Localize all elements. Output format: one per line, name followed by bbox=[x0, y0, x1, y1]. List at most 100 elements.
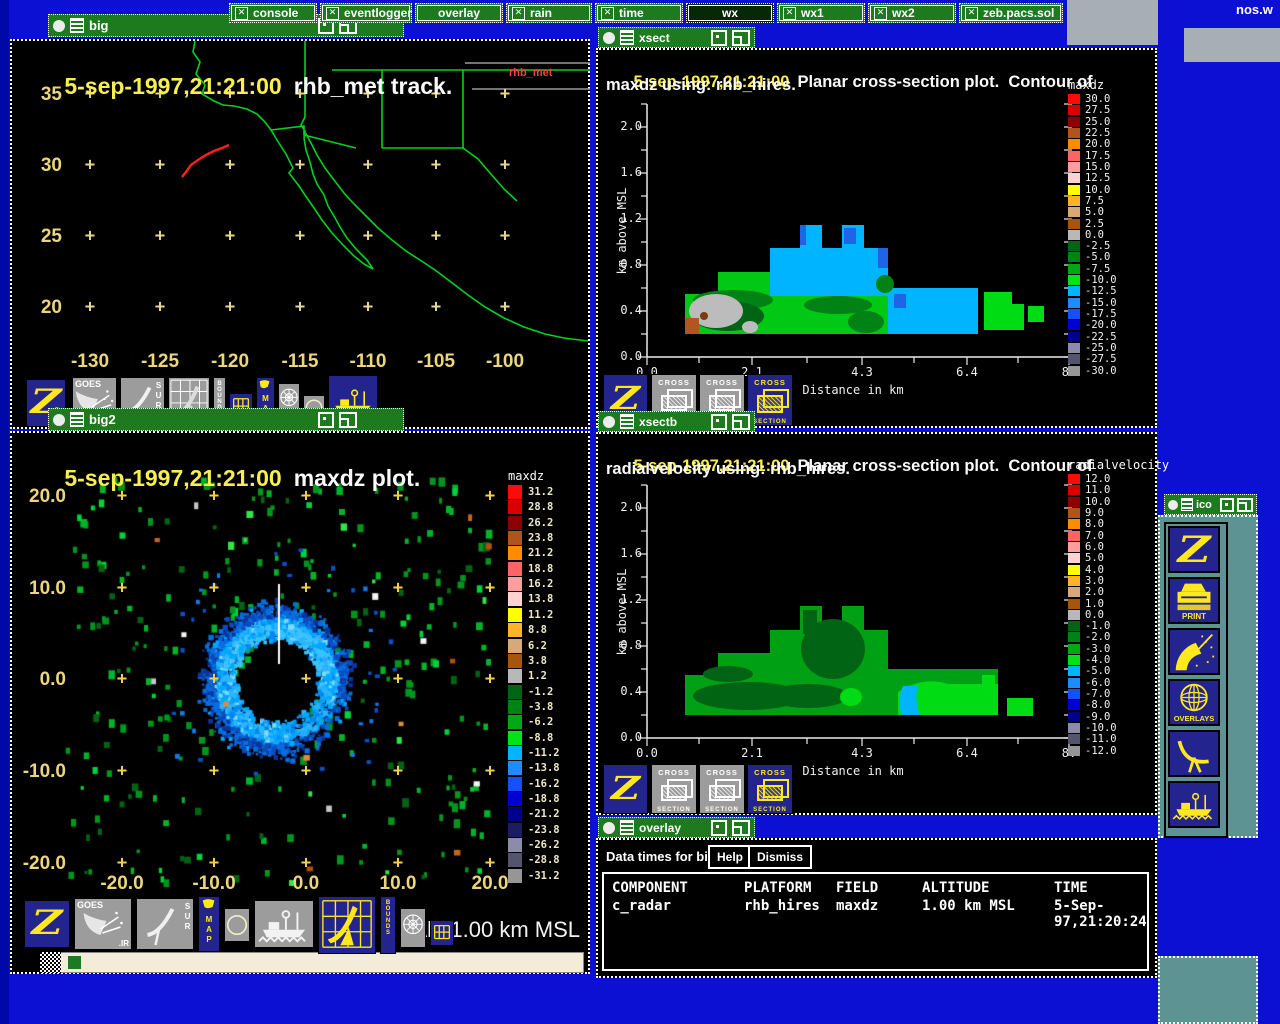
taskbar-button-eventlogger[interactable]: ✕ eventlogger bbox=[320, 3, 412, 23]
colorbar-value: 26.2 bbox=[528, 516, 554, 529]
colorbar-swatch bbox=[1068, 541, 1080, 552]
taskbar-button-wx2[interactable]: ✕ wx2 bbox=[868, 3, 956, 23]
colorbar-swatch bbox=[508, 853, 522, 868]
colorbar-value: 7.0 bbox=[1085, 529, 1104, 542]
goes-ir-satellite-icon[interactable]: GOES .IR bbox=[74, 898, 132, 950]
grid-cross: + bbox=[84, 155, 96, 175]
window-menu-button[interactable] bbox=[53, 413, 65, 426]
colorbar-value: 6.2 bbox=[528, 639, 547, 652]
checkbox-icon[interactable]: ✕ bbox=[783, 6, 796, 20]
taskbar-button-overlay[interactable]: overlay bbox=[415, 3, 503, 23]
overlays-icon[interactable]: OVERLAYS bbox=[1168, 679, 1220, 726]
cross-section-icon[interactable]: CROSS SECTION bbox=[699, 764, 745, 814]
colorbar-swatch bbox=[1068, 598, 1080, 609]
checkbox-icon[interactable]: ✕ bbox=[326, 6, 339, 20]
ppi-window-canvas[interactable]: 5-sep-1997,21:21:00 maxdz plot. Alt: 1.00… bbox=[10, 431, 590, 974]
checkbox-icon[interactable]: ✕ bbox=[874, 6, 887, 20]
xsect-window-canvas[interactable]: 5-sep-1997,21:21:00 Planar cross-section … bbox=[596, 48, 1157, 428]
y-axis-label: km above MSL bbox=[615, 568, 629, 656]
window-dot-button[interactable] bbox=[711, 413, 727, 430]
scrollbar-handle-icon[interactable] bbox=[40, 952, 61, 973]
window-dot-button[interactable] bbox=[1220, 497, 1234, 512]
colorbar-value: -17.5 bbox=[1085, 308, 1117, 321]
window-menu-button[interactable] bbox=[1168, 499, 1178, 510]
window-menu-button[interactable] bbox=[53, 19, 65, 32]
window-dot-button[interactable] bbox=[711, 29, 727, 46]
bounds-icon[interactable]: BOUNDS bbox=[380, 896, 396, 954]
colorbar-title: maxdz bbox=[1068, 78, 1105, 92]
grid-small-icon[interactable] bbox=[430, 920, 454, 946]
colorbar-value: 11.0 bbox=[1085, 484, 1111, 497]
circle-grid-icon[interactable] bbox=[400, 908, 426, 948]
window-iconify-button[interactable] bbox=[732, 819, 750, 836]
window-doc-button[interactable] bbox=[620, 30, 634, 45]
x-tick-label: 6.4 bbox=[956, 746, 978, 760]
map-icon[interactable]: MAP bbox=[198, 896, 220, 952]
checkbox-icon[interactable]: ✕ bbox=[601, 6, 614, 20]
radar-grid-icon-active[interactable] bbox=[318, 896, 376, 954]
xsectb-window-canvas[interactable]: 5-sep-1997,21:21:00 Planar cross-section … bbox=[596, 432, 1169, 815]
taskbar-button-zeb-pacs-sol[interactable]: ✕ zeb.pacs.sol bbox=[959, 3, 1063, 23]
cross-section-icon[interactable]: CROSS SECTION bbox=[651, 764, 697, 814]
colorbar-value: 22.5 bbox=[1085, 126, 1111, 139]
colorbar-value: -25.0 bbox=[1085, 342, 1117, 355]
radar-dish-icon[interactable] bbox=[1168, 730, 1220, 777]
window-iconify-button[interactable] bbox=[732, 413, 750, 430]
window-titlebar-ico[interactable]: ico bbox=[1164, 494, 1257, 515]
window-doc-button[interactable] bbox=[620, 414, 634, 429]
window-menu-button[interactable] bbox=[603, 415, 615, 428]
dismiss-button[interactable]: Dismiss bbox=[748, 845, 813, 869]
table-header-cell: TIME bbox=[1054, 880, 1088, 896]
map-window-canvas[interactable]: 5-sep-1997,21:21:00 rhb_met track. rhb_me… bbox=[10, 39, 590, 429]
cross-section-icon-active[interactable]: CROSS SECTION bbox=[747, 764, 793, 814]
colorbar-value: 10.0 bbox=[1085, 495, 1111, 508]
colorbar-value: 1.2 bbox=[528, 670, 547, 683]
window-doc-button[interactable] bbox=[70, 18, 84, 33]
taskbar-button-console[interactable]: ✕ console bbox=[229, 3, 317, 23]
window-iconify-button[interactable] bbox=[1237, 497, 1253, 512]
window-iconify-button[interactable] bbox=[339, 411, 357, 428]
table-cell: maxdz bbox=[836, 898, 879, 914]
window-iconify-button[interactable] bbox=[732, 29, 750, 46]
window-titlebar-xsectb[interactable]: xsectb bbox=[598, 411, 755, 432]
ship-icon[interactable] bbox=[254, 900, 314, 948]
print-icon[interactable]: PRINT bbox=[1168, 577, 1220, 624]
scrollbar-thumb[interactable] bbox=[68, 956, 81, 969]
ship-icon[interactable] bbox=[1168, 781, 1220, 828]
window-menu-button[interactable] bbox=[603, 31, 615, 44]
colorbar-value: 3.8 bbox=[528, 654, 547, 667]
x-tick-label: 0.0 bbox=[636, 746, 658, 760]
help-button[interactable]: Help bbox=[708, 845, 753, 869]
grid-cross: + bbox=[300, 578, 312, 598]
surveillance-radar-icon[interactable]: SUR bbox=[136, 898, 194, 950]
zebra-logo-icon[interactable]: Z bbox=[24, 900, 70, 948]
taskbar-button-time[interactable]: ✕ time bbox=[595, 3, 683, 23]
window-titlebar-xsect[interactable]: xsect bbox=[598, 27, 755, 48]
satellite-beam-icon[interactable] bbox=[1168, 628, 1220, 675]
ship-track-line bbox=[181, 143, 230, 178]
polar-grid-glyph bbox=[403, 914, 423, 935]
window-doc-button[interactable] bbox=[70, 412, 84, 427]
window-menu-button[interactable] bbox=[603, 821, 615, 834]
taskbar-button-wx1[interactable]: ✕ wx1 bbox=[777, 3, 865, 23]
window-titlebar-big2[interactable]: big2 bbox=[48, 408, 404, 431]
colorbar-value: 23.8 bbox=[528, 532, 554, 545]
zebra-logo-icon[interactable]: Z bbox=[1168, 526, 1220, 573]
window-dot-button[interactable] bbox=[711, 819, 727, 836]
checkbox-icon[interactable]: ✕ bbox=[512, 6, 525, 20]
checkbox-icon[interactable]: ✕ bbox=[965, 6, 978, 20]
checkbox-icon[interactable]: ✕ bbox=[235, 6, 248, 20]
time-scrollbar[interactable] bbox=[40, 952, 584, 973]
taskbar-button-wx[interactable]: wx bbox=[686, 3, 774, 23]
taskbar-button-rain[interactable]: ✕ rain bbox=[506, 3, 592, 23]
window-doc-button[interactable] bbox=[1181, 498, 1193, 511]
zebra-logo-icon[interactable]: Z bbox=[603, 764, 648, 814]
window-dot-button[interactable] bbox=[318, 411, 334, 428]
y-tick-label: 0.4 bbox=[620, 684, 642, 698]
grid-cross: + bbox=[154, 297, 166, 317]
grid-cross: + bbox=[154, 155, 166, 175]
colorbar-swatch bbox=[1068, 241, 1080, 252]
circle-icon[interactable] bbox=[224, 908, 250, 942]
window-doc-button[interactable] bbox=[620, 820, 634, 835]
window-titlebar-overlay[interactable]: overlay bbox=[598, 817, 755, 838]
